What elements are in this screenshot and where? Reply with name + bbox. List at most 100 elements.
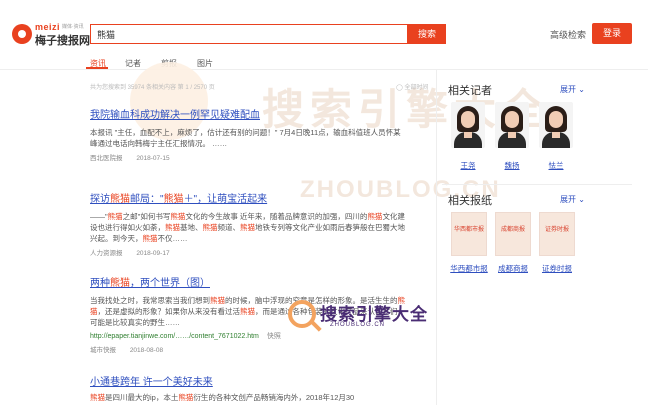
- paper-masthead: 证券时报: [544, 226, 569, 233]
- text-segment: 当我找处之时，我常思索当我们想到: [90, 296, 210, 305]
- result-source[interactable]: 城市快报: [90, 347, 116, 354]
- advanced-search-link[interactable]: 高级检索: [550, 28, 586, 41]
- search-result: 小通巷跨年 许一个美好未来 熊猫是四川最大的ip，本土熊猫衍生的各种文创产品畅销…: [90, 373, 408, 403]
- reporter-card[interactable]: 王尧: [448, 100, 488, 170]
- result-title[interactable]: 我院输血科成功解决一例罕见疑难配血: [90, 106, 408, 121]
- keyword-highlight: 熊猫: [107, 212, 123, 221]
- text-segment: ＋"，让萌宝活起来: [183, 194, 268, 205]
- paper-cover: 成都商报: [495, 212, 531, 256]
- avatar: [495, 102, 529, 148]
- text-segment: 之邮"如何书写: [122, 212, 171, 221]
- search-button[interactable]: 搜索: [408, 24, 446, 44]
- keyword-highlight: 熊猫: [210, 296, 225, 305]
- paper-name[interactable]: 成都商报: [492, 264, 534, 274]
- result-snippet: ——"熊猫之邮"如何书写熊猫文化的今生故事 近年来，随着品牌意识的加强，四川的熊…: [90, 211, 408, 244]
- result-tabs: 资讯 记者 剪报 图片: [0, 50, 648, 74]
- paper-masthead: 华西都市报: [453, 226, 484, 233]
- reporter-card[interactable]: 怯兰: [536, 100, 576, 170]
- keyword-highlight: 熊猫: [110, 194, 130, 205]
- keyword-highlight: 熊猫: [165, 223, 180, 232]
- avatar: [451, 102, 485, 148]
- papers-expand-link[interactable]: 展开 ⌄: [560, 194, 585, 205]
- text-segment: 小通巷跨年 许一个美好未来: [90, 377, 213, 388]
- paper-masthead: 成都商报: [500, 226, 525, 233]
- text-segment: 探访: [90, 194, 110, 205]
- result-meta: 西北医院报 2018-07-15: [90, 152, 408, 162]
- paper-card[interactable]: 华西都市报 华西都市报: [448, 212, 490, 292]
- magnifier-icon: [288, 300, 316, 328]
- result-title[interactable]: 小通巷跨年 许一个美好未来: [90, 373, 408, 388]
- avatar: [539, 102, 573, 148]
- paper-card[interactable]: 成都商报 成都商报: [492, 212, 534, 292]
- tab-reporters[interactable]: 记者: [125, 58, 141, 69]
- text-segment: 不仅……: [157, 234, 188, 243]
- result-title[interactable]: 两种熊猫，两个世界（图）: [90, 274, 408, 289]
- keyword-highlight: 熊猫: [367, 212, 383, 221]
- chevron-down-icon: ⌄: [576, 85, 585, 94]
- keyword-highlight: 熊猫: [110, 278, 130, 289]
- sidebar-separator: [442, 184, 632, 185]
- keyword-highlight: 熊猫: [240, 223, 255, 232]
- reporter-name[interactable]: 魏扬: [492, 160, 532, 171]
- snapshot-link[interactable]: 快照: [267, 333, 281, 340]
- watermark-subtext-2: ZHOUBLOG.CN: [330, 322, 386, 328]
- keyword-highlight: 熊猫: [170, 212, 186, 221]
- keyword-highlight: 熊猫: [163, 194, 184, 205]
- result-date: 2018-09-17: [136, 250, 170, 257]
- reporter-name[interactable]: 怯兰: [536, 160, 576, 171]
- result-date: 2018-07-15: [136, 155, 170, 162]
- text-segment: 两种: [90, 278, 110, 289]
- text-segment: 是四川最大的ip，本土: [105, 393, 179, 402]
- results-stats: 共为您搜索到 35974 条相关内容 第 1 / 2570 页: [90, 85, 215, 91]
- reporters-expand-link[interactable]: 展开 ⌄: [560, 84, 585, 95]
- text-segment: 我院输血科成功解决一例罕见疑难配血: [90, 110, 260, 121]
- keyword-highlight: 熊猫: [240, 307, 255, 316]
- reporter-card[interactable]: 魏扬: [492, 100, 532, 170]
- paper-name[interactable]: 证券时报: [536, 264, 578, 274]
- paper-cover: 证券时报: [539, 212, 575, 256]
- sidebar-divider: [436, 70, 437, 405]
- paper-cover: 华西都市报: [451, 212, 487, 256]
- keyword-highlight: 熊猫: [90, 393, 105, 402]
- text-segment: 频道、: [217, 223, 241, 232]
- paper-card[interactable]: 证券时报 证券时报: [536, 212, 578, 292]
- chevron-down-icon: ⌄: [576, 195, 585, 204]
- login-button[interactable]: 登录: [592, 23, 632, 44]
- reporter-name[interactable]: 王尧: [448, 160, 488, 171]
- text-segment: 文化的今生故事 近年来，随着品牌意识的加强，四川的: [185, 212, 368, 221]
- text-segment: 本报讯 "主任，血配不上，麻烦了，估计还有别的问题！" 7月4日晚11点，输血科…: [90, 128, 401, 148]
- site-logo[interactable]: meizi 媒体·资讯 梅子搜报网: [12, 22, 90, 47]
- search-input[interactable]: [91, 25, 407, 43]
- result-url[interactable]: http://epaper.tianjinwe.com/……/content_7…: [90, 331, 408, 341]
- result-date: 2018-08-08: [129, 347, 164, 354]
- text-segment: 衍生的各种文创产品畅销海内外，2018年12月30: [193, 393, 355, 402]
- result-source[interactable]: 人力资源报: [90, 250, 123, 257]
- result-title[interactable]: 探访熊猫邮局："熊猫＋"，让萌宝活起来: [90, 190, 408, 205]
- search-result: 探访熊猫邮局："熊猫＋"，让萌宝活起来 ——"熊猫之邮"如何书写熊猫文化的今生故…: [90, 190, 408, 257]
- paper-name[interactable]: 华西都市报: [448, 264, 490, 274]
- expand-label: 展开: [560, 195, 576, 204]
- text-segment: ，还是虚拟的形象？如果你从来没有看过活: [97, 307, 241, 316]
- text-segment: 邮局：": [130, 194, 164, 205]
- logo-tagline: 媒体·资讯: [62, 24, 84, 30]
- keyword-highlight: 熊猫: [142, 234, 158, 243]
- result-url-text[interactable]: http://epaper.tianjinwe.com/……/content_7…: [90, 333, 259, 340]
- result-meta: 人力资源报 2018-09-17: [90, 247, 408, 257]
- header: meizi 媒体·资讯 梅子搜报网 搜索 高级检索 登录: [0, 0, 648, 50]
- related-reporters-title: 相关记者: [448, 85, 492, 97]
- keyword-highlight: 熊猫: [202, 223, 218, 232]
- result-source[interactable]: 西北医院报: [90, 155, 123, 162]
- logo-name: 梅子搜报网: [35, 35, 90, 47]
- result-snippet: 本报讯 "主任，血配不上，麻烦了，估计还有别的问题！" 7月4日晚11点，输血科…: [90, 127, 408, 149]
- search-box: [90, 24, 408, 44]
- time-filter[interactable]: ◯ 全部时间: [396, 82, 428, 91]
- tab-images[interactable]: 图片: [197, 58, 213, 69]
- text-segment: 基地、: [180, 223, 203, 232]
- text-segment: ——": [90, 212, 108, 221]
- expand-label: 展开: [560, 85, 576, 94]
- related-papers-title: 相关报纸: [448, 195, 492, 207]
- search-result: 我院输血科成功解决一例罕见疑难配血 本报讯 "主任，血配不上，麻烦了，估计还有别…: [90, 106, 408, 162]
- tabs-divider: [0, 69, 648, 70]
- result-meta: 城市快报 2018-08-08: [90, 344, 408, 354]
- result-snippet: 熊猫是四川最大的ip，本土熊猫衍生的各种文创产品畅销海内外，2018年12月30: [90, 392, 408, 403]
